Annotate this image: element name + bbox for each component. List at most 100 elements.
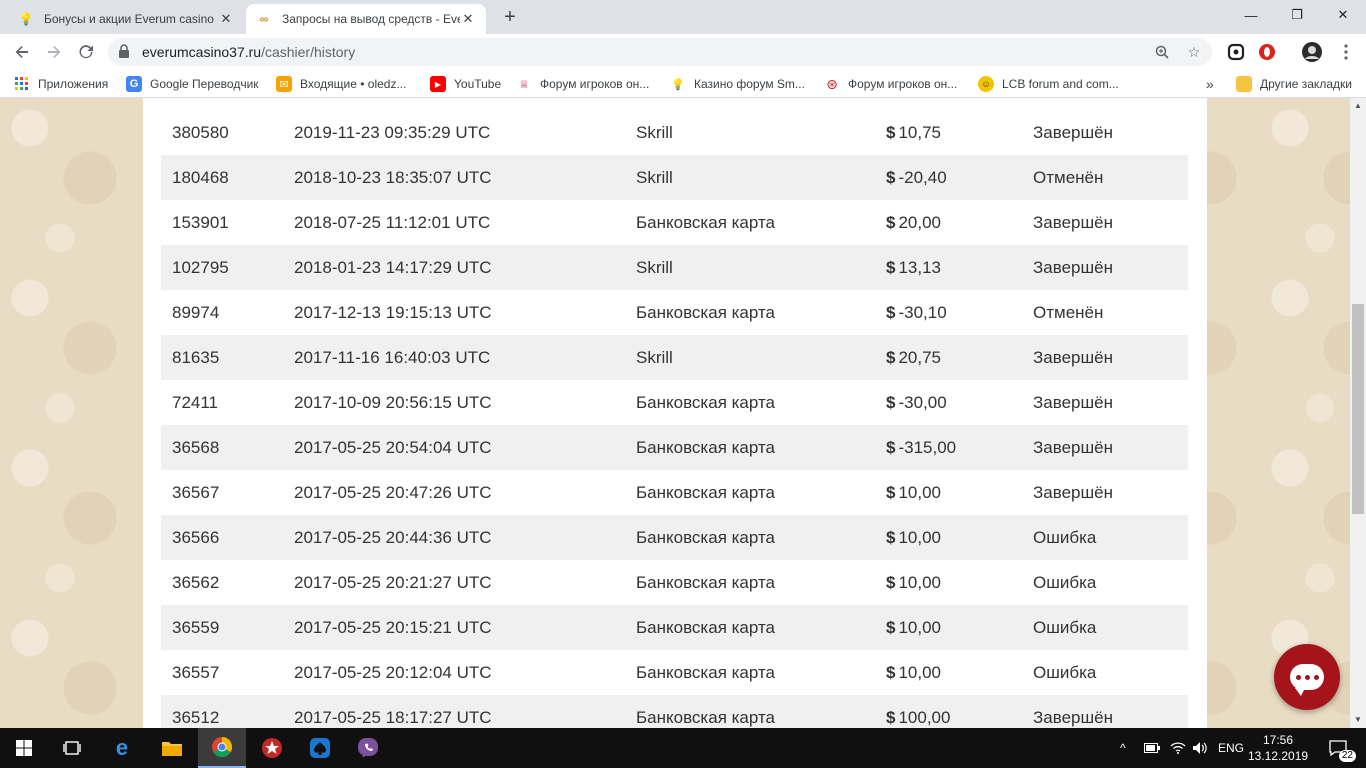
withdrawal-id: 36559 xyxy=(172,618,220,637)
pokerstars-icon[interactable] xyxy=(248,728,296,768)
currency-symbol: $ xyxy=(886,258,896,277)
status-badge: Ошибка xyxy=(1033,528,1097,547)
status-badge: Ошибка xyxy=(1033,618,1097,637)
withdrawal-amount: $20,00 xyxy=(886,200,941,245)
payment-method: Банковская карта xyxy=(636,483,776,502)
scroll-up-arrow-icon[interactable]: ▲ xyxy=(1350,98,1366,114)
tab-title: Запросы на вывод средств - Eve xyxy=(282,12,460,26)
withdrawal-date: 2018-07-25 11:12:01 UTC xyxy=(294,213,491,232)
bookmark-inbox[interactable]: ✉ Входящие • oledz... xyxy=(276,70,406,98)
notification-center-icon[interactable]: 22 xyxy=(1326,736,1356,762)
close-tab-icon[interactable]: ✕ xyxy=(460,11,476,27)
status-badge: Завершён xyxy=(1033,348,1113,367)
status-badge: Завершён xyxy=(1033,213,1113,232)
menu-dots-icon[interactable] xyxy=(1336,42,1356,62)
withdrawal-id: 89974 xyxy=(172,303,220,322)
tab-bonuses[interactable]: 💡 Бонусы и акции Everum casino | ✕ xyxy=(8,4,244,34)
amount-value: -30,00 xyxy=(898,393,947,412)
back-button[interactable] xyxy=(8,38,36,66)
battery-icon[interactable] xyxy=(1144,728,1160,768)
page-scrollbar[interactable]: ▲ ▼ xyxy=(1350,98,1366,728)
opera-vpn-icon[interactable] xyxy=(1257,42,1277,62)
amount-value: 100,00 xyxy=(898,708,951,727)
youtube-icon: ▶ xyxy=(430,76,446,92)
tray-chevron-up-icon[interactable]: ^ xyxy=(1120,728,1126,768)
amount-value: 20,75 xyxy=(898,348,942,367)
currency-symbol: $ xyxy=(886,393,896,412)
viber-icon[interactable] xyxy=(344,728,392,768)
windows-start-icon[interactable] xyxy=(0,728,48,768)
volume-icon[interactable] xyxy=(1192,728,1208,768)
minimize-button[interactable]: — xyxy=(1228,0,1274,30)
close-window-button[interactable]: ✕ xyxy=(1320,0,1366,30)
withdrawal-amount: $10,00 xyxy=(886,650,941,695)
withdrawal-date: 2017-05-25 20:54:04 UTC xyxy=(294,438,492,457)
withdrawal-amount: $ -30,10 xyxy=(886,290,947,335)
bookmark-google-translate[interactable]: G Google Переводчик xyxy=(126,70,259,98)
bookmark-label: Другие закладки xyxy=(1260,77,1352,91)
extension-icon[interactable] xyxy=(1226,42,1246,62)
withdrawal-date: 2017-05-25 20:47:26 UTC xyxy=(294,483,492,502)
reload-button[interactable] xyxy=(72,38,100,66)
currency-symbol: $ xyxy=(886,618,896,637)
scroll-down-arrow-icon[interactable]: ▼ xyxy=(1350,712,1366,728)
maximize-button[interactable]: ❐ xyxy=(1274,0,1320,30)
close-tab-icon[interactable]: ✕ xyxy=(218,11,234,27)
scrollbar-thumb[interactable] xyxy=(1352,304,1364,514)
tab-strip: 💡 Бонусы и акции Everum casino | ✕ ∞ Зап… xyxy=(0,0,1366,34)
chat-button[interactable] xyxy=(1274,644,1340,710)
tab-title: Бонусы и акции Everum casino | xyxy=(44,12,218,26)
amount-value: 10,75 xyxy=(898,123,942,142)
taskbar-clock[interactable]: 17:56 13.12.2019 xyxy=(1248,732,1308,764)
status-badge: Завершён xyxy=(1033,258,1113,277)
lcb-icon: ☺ xyxy=(978,76,994,92)
payment-method: Банковская карта xyxy=(636,393,776,412)
apps-grid-icon xyxy=(14,76,30,92)
bookmark-star-icon[interactable]: ☆ xyxy=(1182,38,1206,66)
withdrawal-id: 36566 xyxy=(172,528,220,547)
profile-avatar[interactable] xyxy=(1302,42,1322,62)
bookmark-lcb[interactable]: ☺ LCB forum and com... xyxy=(978,70,1119,98)
language-indicator[interactable]: ENG xyxy=(1218,728,1244,768)
status-badge: Завершён xyxy=(1033,123,1113,142)
page-background: 380580 2019-11-23 09:35:29 UTC Skrill $10,7… xyxy=(0,98,1350,728)
withdrawal-amount: $10,00 xyxy=(886,515,941,560)
withdrawal-amount: $20,75 xyxy=(886,335,941,380)
withdrawal-id: 36567 xyxy=(172,483,220,502)
currency-symbol: $ xyxy=(886,123,896,142)
withdrawal-amount: $10,00 xyxy=(886,605,941,650)
withdrawal-amount: $100,00 xyxy=(886,695,950,728)
withdrawal-date: 2017-05-25 20:15:21 UTC xyxy=(294,618,492,637)
poker-app-icon[interactable] xyxy=(296,728,344,768)
edge-icon[interactable]: e xyxy=(98,728,146,768)
forward-button[interactable] xyxy=(40,38,68,66)
bookmark-label: LCB forum and com... xyxy=(1002,77,1119,91)
bookmark-forum-1[interactable]: ♕ Форум игроков он... xyxy=(516,70,649,98)
bookmark-casino-forum[interactable]: 💡 Казино форум Sm... xyxy=(670,70,805,98)
url-path: /cashier/history xyxy=(261,44,356,60)
task-view-icon[interactable] xyxy=(48,728,96,768)
zoom-icon[interactable] xyxy=(1150,38,1174,66)
tab-withdrawals[interactable]: ∞ Запросы на вывод средств - Eve ✕ xyxy=(246,4,486,34)
withdrawal-date: 2017-05-25 20:44:36 UTC xyxy=(294,528,492,547)
bookmark-youtube[interactable]: ▶ YouTube xyxy=(430,70,501,98)
other-bookmarks[interactable]: Другие закладки xyxy=(1236,70,1352,98)
new-tab-button[interactable]: + xyxy=(498,6,522,30)
chrome-icon[interactable] xyxy=(198,728,246,768)
withdrawal-date: 2019-11-23 09:35:29 UTC xyxy=(294,123,491,142)
bookmark-label: Форум игроков он... xyxy=(848,77,958,91)
currency-symbol: $ xyxy=(886,303,896,322)
payment-method: Банковская карта xyxy=(636,618,776,637)
bookmarks-overflow-button[interactable]: » xyxy=(1206,70,1214,98)
currency-symbol: $ xyxy=(886,168,896,187)
bookmark-forum-2[interactable]: ⊛ Форум игроков он... xyxy=(824,70,957,98)
wifi-icon[interactable] xyxy=(1170,728,1186,768)
bookmark-apps[interactable]: Приложения xyxy=(14,70,108,98)
content-panel: 380580 2019-11-23 09:35:29 UTC Skrill $10,7… xyxy=(143,98,1207,728)
bookmarks-bar: Приложения G Google Переводчик ✉ Входящи… xyxy=(0,70,1366,98)
file-explorer-icon[interactable] xyxy=(148,728,196,768)
withdrawal-date: 2017-12-13 19:15:13 UTC xyxy=(294,303,492,322)
withdrawal-amount: $ -315,00 xyxy=(886,425,956,470)
withdrawal-id: 380580 xyxy=(172,123,229,142)
address-bar[interactable]: everumcasino37.ru/cashier/history ☆ xyxy=(108,38,1212,66)
